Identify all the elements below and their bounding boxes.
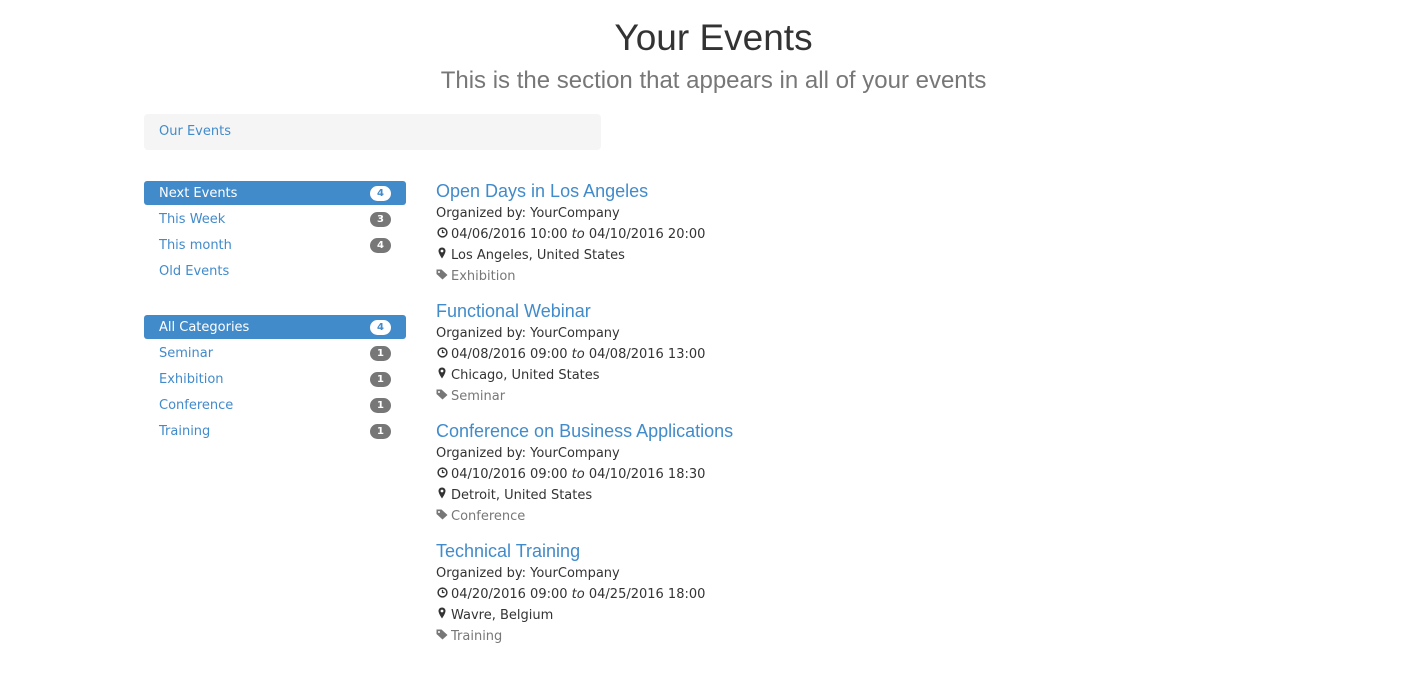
clock-icon <box>436 584 448 604</box>
page-subtitle: This is the section that appears in all … <box>440 67 987 94</box>
event-location: Los Angeles, United States <box>436 245 1136 266</box>
date-filter-next-events[interactable]: Next Events 4 <box>144 181 406 205</box>
event-list: Open Days in Los Angeles Organized by: Y… <box>436 178 1136 658</box>
breadcrumb: Our Events <box>144 114 601 150</box>
map-marker-icon <box>436 365 448 385</box>
tag-icon <box>436 266 448 286</box>
event-end: 04/08/2016 13:00 <box>588 347 706 362</box>
range-separator: to <box>571 347 585 362</box>
count-badge: 4 <box>370 237 391 253</box>
tag-icon <box>436 506 448 526</box>
date-filter-this-month[interactable]: This month 4 <box>144 233 406 257</box>
event-location-text: Los Angeles, United States <box>451 248 625 263</box>
event-end: 04/10/2016 20:00 <box>588 227 706 242</box>
filter-label: Old Events <box>159 263 230 279</box>
event-location: Wavre, Belgium <box>436 605 1136 626</box>
count-badge: 4 <box>370 185 391 201</box>
event-tag: Conference <box>436 506 1136 527</box>
range-separator: to <box>571 467 585 482</box>
map-marker-icon <box>436 605 448 625</box>
range-separator: to <box>571 587 585 602</box>
count-badge: 3 <box>370 211 391 227</box>
event-title-link[interactable]: Functional Webinar <box>436 298 1136 324</box>
event-start: 04/10/2016 09:00 <box>451 467 568 482</box>
category-filter-training[interactable]: Training 1 <box>144 419 406 443</box>
category-filter-conference[interactable]: Conference 1 <box>144 393 406 417</box>
map-marker-icon <box>436 485 448 505</box>
event-location-text: Chicago, United States <box>451 368 600 383</box>
event-start: 04/08/2016 09:00 <box>451 347 568 362</box>
event-tag-text: Seminar <box>451 389 506 404</box>
tag-icon <box>436 626 448 646</box>
event-dates: 04/10/2016 09:00 to 04/10/2016 18:30 <box>436 464 1136 485</box>
clock-icon <box>436 344 448 364</box>
filter-label: Conference <box>159 397 234 413</box>
category-filter-exhibition[interactable]: Exhibition 1 <box>144 367 406 391</box>
date-filter-list: Next Events 4 This Week 3 This month 4 O… <box>144 181 406 285</box>
breadcrumb-link-our-events[interactable]: Our Events <box>159 124 231 139</box>
filter-label: Training <box>159 423 211 439</box>
date-filter-old-events[interactable]: Old Events <box>144 259 406 283</box>
count-badge: 1 <box>370 423 391 439</box>
event-tag: Exhibition <box>436 266 1136 287</box>
event-tag: Seminar <box>436 386 1136 407</box>
event-start: 04/20/2016 09:00 <box>451 587 568 602</box>
event-title-link[interactable]: Open Days in Los Angeles <box>436 178 1136 204</box>
event-organizer: Organized by: YourCompany <box>436 566 620 581</box>
event-title-link[interactable]: Technical Training <box>436 538 1136 564</box>
event-item: Technical Training Organized by: YourCom… <box>436 538 1136 658</box>
event-organizer: Organized by: YourCompany <box>436 326 620 341</box>
event-tag-text: Training <box>451 629 503 644</box>
event-location-text: Wavre, Belgium <box>451 608 554 623</box>
event-dates: 04/06/2016 10:00 to 04/10/2016 20:00 <box>436 224 1136 245</box>
filter-label: Next Events <box>159 185 238 201</box>
filter-label: Exhibition <box>159 371 224 387</box>
filter-label: This Week <box>159 211 226 227</box>
category-filter-all[interactable]: All Categories 4 <box>144 315 406 339</box>
event-title-link[interactable]: Conference on Business Applications <box>436 418 1136 444</box>
page-title: Your Events <box>614 17 813 58</box>
event-location-text: Detroit, United States <box>451 488 593 503</box>
event-dates: 04/20/2016 09:00 to 04/25/2016 18:00 <box>436 584 1136 605</box>
event-tag-text: Conference <box>451 509 526 524</box>
count-badge: 4 <box>370 319 391 335</box>
count-badge: 1 <box>370 345 391 361</box>
event-item: Open Days in Los Angeles Organized by: Y… <box>436 178 1136 298</box>
event-location: Detroit, United States <box>436 485 1136 506</box>
range-separator: to <box>571 227 585 242</box>
event-organizer: Organized by: YourCompany <box>436 446 620 461</box>
event-location: Chicago, United States <box>436 365 1136 386</box>
category-filter-seminar[interactable]: Seminar 1 <box>144 341 406 365</box>
event-tag: Training <box>436 626 1136 647</box>
date-filter-this-week[interactable]: This Week 3 <box>144 207 406 231</box>
event-item: Functional Webinar Organized by: YourCom… <box>436 298 1136 418</box>
clock-icon <box>436 224 448 244</box>
event-end: 04/25/2016 18:00 <box>588 587 706 602</box>
tag-icon <box>436 386 448 406</box>
category-filter-list: All Categories 4 Seminar 1 Exhibition 1 … <box>144 315 406 445</box>
clock-icon <box>436 464 448 484</box>
event-start: 04/06/2016 10:00 <box>451 227 568 242</box>
map-marker-icon <box>436 245 448 265</box>
count-badge: 1 <box>370 371 391 387</box>
event-end: 04/10/2016 18:30 <box>588 467 706 482</box>
filter-label: All Categories <box>159 319 250 335</box>
filter-label: This month <box>159 237 232 253</box>
event-item: Conference on Business Applications Orga… <box>436 418 1136 538</box>
event-organizer: Organized by: YourCompany <box>436 206 620 221</box>
filter-label: Seminar <box>159 345 214 361</box>
event-tag-text: Exhibition <box>451 269 516 284</box>
count-badge: 1 <box>370 397 391 413</box>
event-dates: 04/08/2016 09:00 to 04/08/2016 13:00 <box>436 344 1136 365</box>
